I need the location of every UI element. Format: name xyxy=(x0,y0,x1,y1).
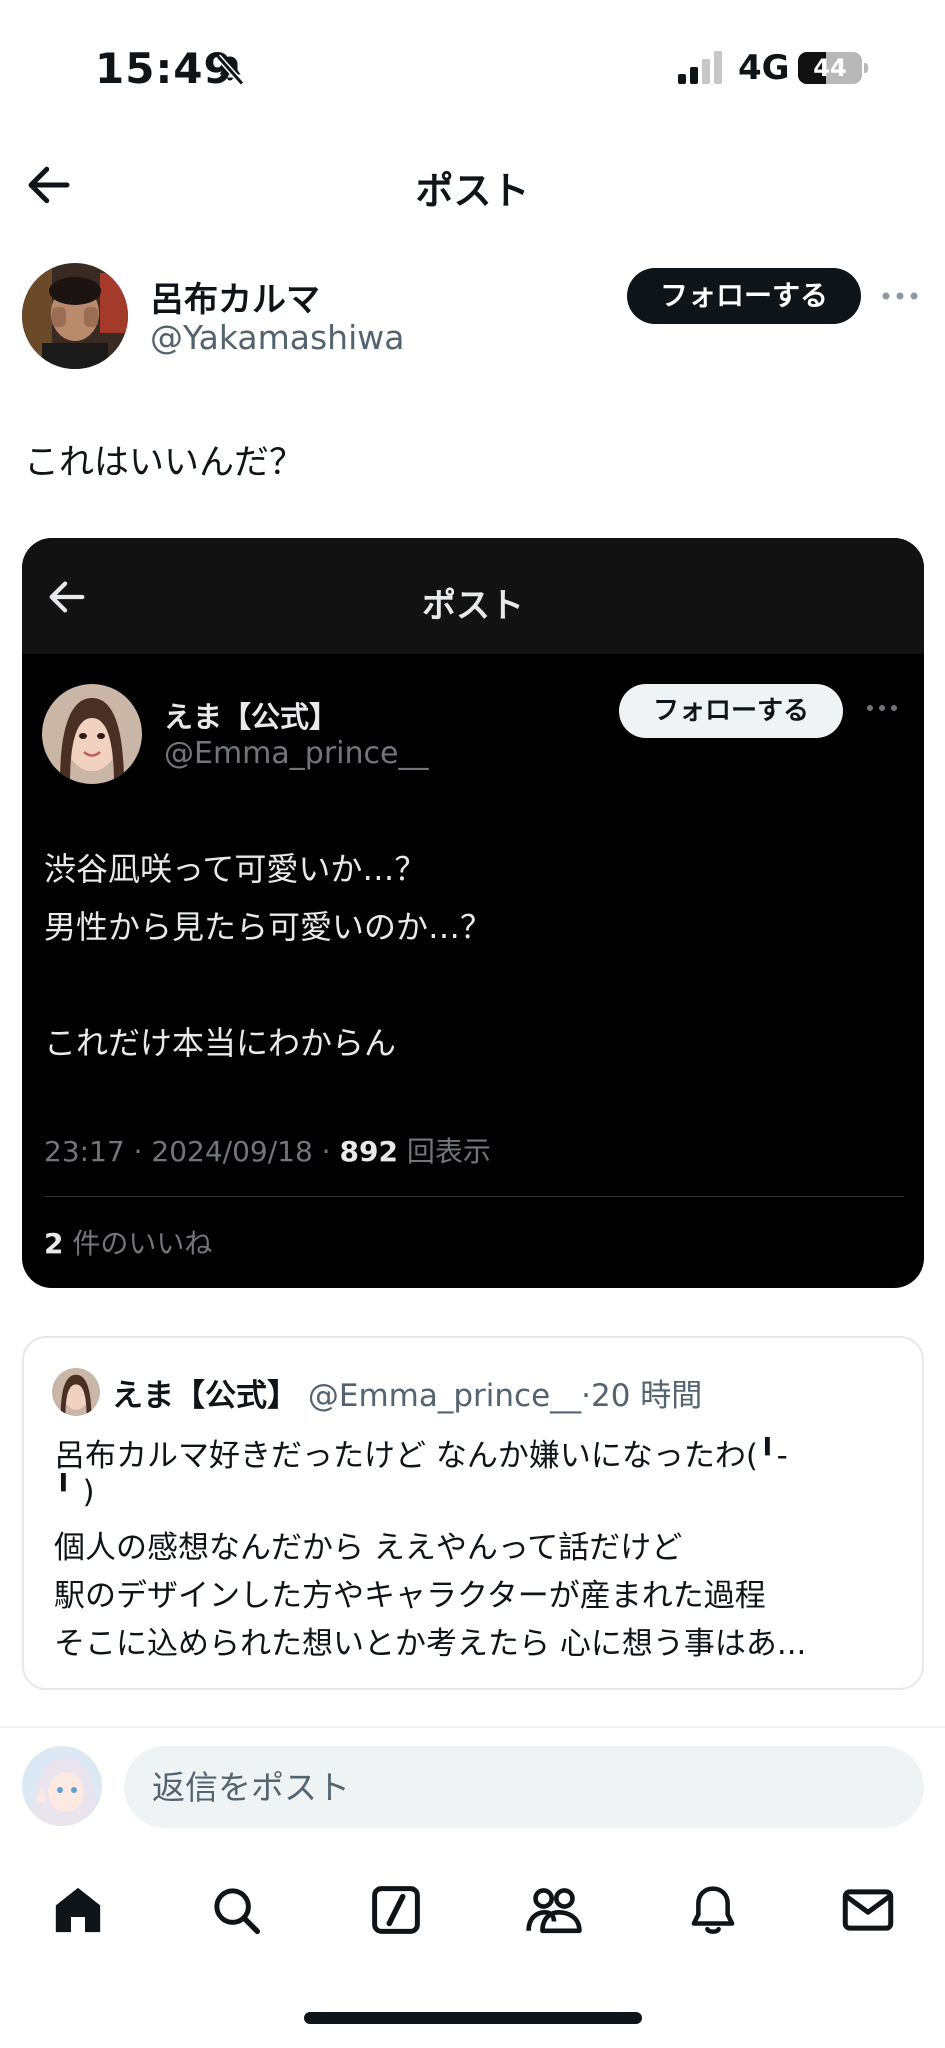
more-options-icon xyxy=(867,705,897,711)
more-options-icon[interactable] xyxy=(880,284,920,308)
bottom-tab-bar xyxy=(0,1870,945,1950)
grok-icon xyxy=(372,1886,420,1934)
follow-button[interactable]: フォローする xyxy=(627,268,861,324)
quoted-author-handle: @Emma_prince__ xyxy=(307,1378,582,1414)
current-user-avatar[interactable] xyxy=(22,1746,102,1826)
top-nav: ポスト xyxy=(0,140,945,230)
quoted-header: えま【公式】 @Emma_prince__·20 時間 xyxy=(112,1370,702,1415)
attached-screenshot[interactable]: ポスト えま【公式】 @Emma_prince__ フォローする 渋谷凪咲って可… xyxy=(22,538,924,1288)
page-title: ポスト xyxy=(415,169,530,213)
mail-icon xyxy=(842,1889,894,1931)
tab-grok[interactable] xyxy=(356,1870,436,1950)
quoted-text-line: 駅のデザインした方やキャラクターが産まれた過程 xyxy=(54,1578,766,1614)
screenshot-text-line: 渋谷凪咲って可愛いか…？ xyxy=(44,850,427,888)
quoted-text-line: 呂布カルマ好きだったけど なんか嫌いになったわ(╹- xyxy=(54,1438,788,1474)
quoted-text-line: ╹ ) xyxy=(54,1474,95,1510)
separator: · xyxy=(581,1378,591,1414)
quoted-post[interactable]: えま【公式】 @Emma_prince__·20 時間 呂布カルマ好きだったけど… xyxy=(22,1336,924,1690)
screenshot-title: ポスト xyxy=(422,586,524,626)
tab-search[interactable] xyxy=(196,1870,276,1950)
bell-slash-icon xyxy=(215,54,245,86)
communities-icon xyxy=(526,1888,582,1934)
post-text: これはいいんだ？ xyxy=(24,443,305,483)
tab-communities[interactable] xyxy=(514,1870,594,1950)
battery-icon: 44 xyxy=(798,52,868,84)
signal-icon xyxy=(678,51,722,84)
screenshot-meta: 23:17 · 2024/09/18 · 892 回表示 xyxy=(44,1130,491,1170)
quoted-author-name: えま【公式】 xyxy=(112,1378,298,1414)
divider xyxy=(0,1726,945,1728)
battery-percent: 44 xyxy=(813,54,847,82)
screenshot-timestamp: 23:17 · 2024/09/18 · xyxy=(44,1135,340,1168)
author-name[interactable]: 呂布カルマ xyxy=(150,272,320,321)
screenshot-text-line: これだけ本当にわからん xyxy=(44,1024,397,1062)
tab-messages[interactable] xyxy=(828,1870,908,1950)
screenshot-author-name: えま【公式】 xyxy=(164,700,339,734)
quoted-text-line: 個人の感想なんだから ええやんって話だけど xyxy=(54,1530,683,1566)
screenshot-nav: ポスト xyxy=(22,538,924,654)
screenshot-author-handle: @Emma_prince__ xyxy=(164,736,429,771)
reply-input[interactable] xyxy=(124,1746,924,1828)
home-icon xyxy=(55,1887,101,1933)
screenshot-avatar xyxy=(42,684,142,784)
screenshot-likes-count: 2 xyxy=(44,1227,64,1260)
tab-home[interactable] xyxy=(38,1870,118,1950)
home-indicator[interactable] xyxy=(304,2012,642,2024)
screenshot-likes: 2 件のいいね xyxy=(44,1222,212,1262)
screenshot-likes-label: 件のいいね xyxy=(72,1227,213,1260)
bell-icon xyxy=(691,1886,735,1934)
screenshot-follow-button: フォローする xyxy=(619,684,843,738)
quoted-text-line: そこに込められた想いとか考えたら 心に想う事はあ... xyxy=(54,1626,807,1662)
divider xyxy=(44,1196,904,1197)
author-handle[interactable]: @Yakamashiwa xyxy=(150,318,404,357)
quoted-author-avatar xyxy=(52,1368,100,1416)
screenshot-views-count: 892 xyxy=(339,1135,398,1168)
tab-notifications[interactable] xyxy=(673,1870,753,1950)
status-bar: 15:49 4G 44 xyxy=(0,0,945,140)
screenshot-text-line: 男性から見たら可愛いのか…？ xyxy=(44,908,493,946)
search-icon xyxy=(214,1888,261,1935)
network-type: 4G xyxy=(738,48,790,88)
quoted-time: 20 時間 xyxy=(591,1378,703,1414)
author-avatar[interactable] xyxy=(22,263,128,369)
screenshot-views-label: 回表示 xyxy=(406,1135,491,1168)
